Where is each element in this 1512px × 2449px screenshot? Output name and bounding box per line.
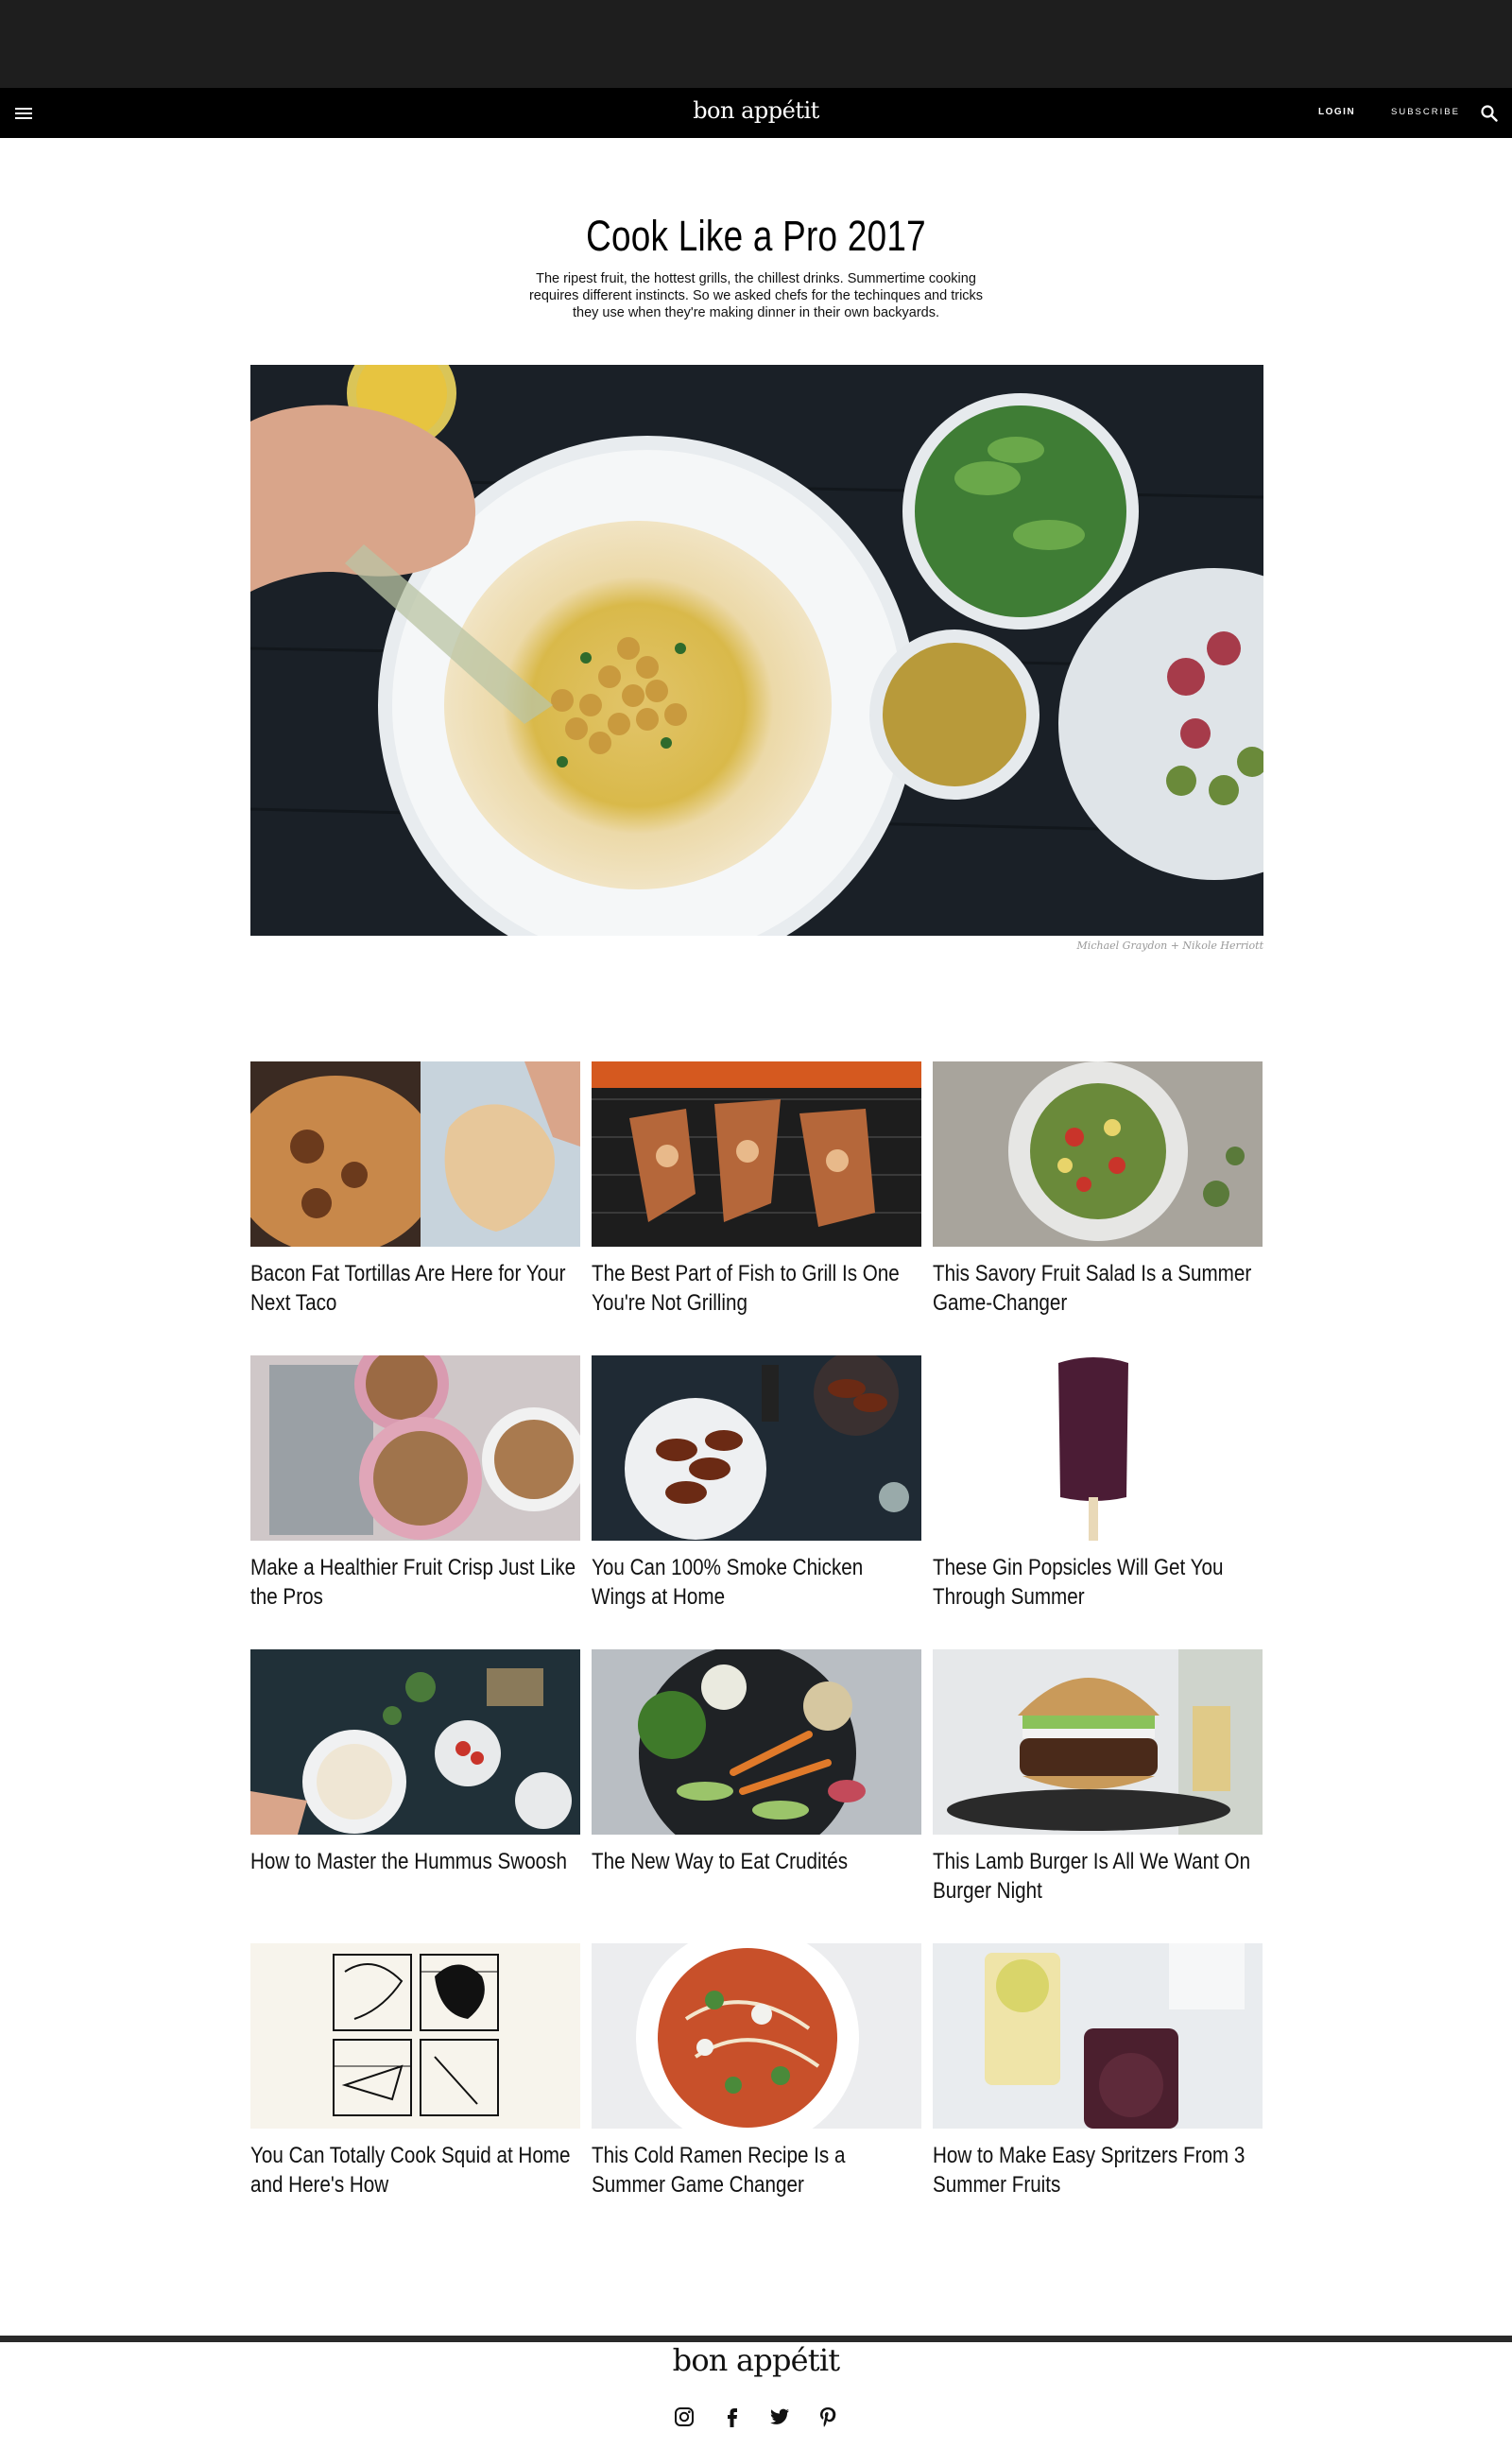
article-title[interactable]: You Can Totally Cook Squid at Home and H… — [250, 2142, 580, 2199]
article-card[interactable]: You Can Totally Cook Squid at Home and H… — [250, 1943, 580, 2217]
footer-logo[interactable]: bon appétit — [0, 2342, 1512, 2378]
article-thumbnail[interactable] — [250, 1355, 580, 1541]
article-title[interactable]: You Can 100% Smoke Chicken Wings at Home — [592, 1554, 921, 1612]
article-thumbnail[interactable] — [250, 1061, 580, 1247]
photo-credit: Michael Graydon + Nikole Herriott — [1076, 940, 1263, 952]
article-title[interactable]: The Best Part of Fish to Grill Is One Yo… — [592, 1260, 921, 1318]
hero-image[interactable] — [250, 365, 1263, 936]
article-thumbnail[interactable] — [592, 1061, 921, 1247]
article-card[interactable]: This Lamb Burger Is All We Want On Burge… — [933, 1649, 1263, 1923]
article-card[interactable]: You Can 100% Smoke Chicken Wings at Home — [592, 1355, 921, 1630]
article-thumbnail[interactable] — [250, 1943, 580, 2129]
facebook-icon[interactable] — [721, 2406, 744, 2428]
article-card[interactable]: These Gin Popsicles Will Get You Through… — [933, 1355, 1263, 1630]
article-card[interactable]: How to Make Easy Spritzers From 3 Summer… — [933, 1943, 1263, 2217]
article-title[interactable]: These Gin Popsicles Will Get You Through… — [933, 1554, 1263, 1612]
article-title[interactable]: This Cold Ramen Recipe Is a Summer Game … — [592, 2142, 921, 2199]
page-dek: The ripest fruit, the hottest grills, th… — [528, 271, 984, 320]
article-card[interactable]: Make a Healthier Fruit Crisp Just Like t… — [250, 1355, 580, 1630]
page-title: Cook Like a Pro 2017 — [586, 212, 926, 260]
article-title[interactable]: This Savory Fruit Salad Is a Summer Game… — [933, 1260, 1263, 1318]
top-ad-strip — [0, 0, 1512, 88]
login-link[interactable]: LOGIN — [1318, 107, 1355, 117]
article-title[interactable]: Bacon Fat Tortillas Are Here for Your Ne… — [250, 1260, 580, 1318]
article-card[interactable]: The New Way to Eat Crudités — [592, 1649, 921, 1923]
article-card[interactable]: This Cold Ramen Recipe Is a Summer Game … — [592, 1943, 921, 2217]
article-card[interactable]: The Best Part of Fish to Grill Is One Yo… — [592, 1061, 921, 1336]
article-card[interactable]: Bacon Fat Tortillas Are Here for Your Ne… — [250, 1061, 580, 1336]
article-title[interactable]: The New Way to Eat Crudités — [592, 1848, 921, 1877]
article-title[interactable]: How to Make Easy Spritzers From 3 Summer… — [933, 2142, 1263, 2199]
article-thumbnail[interactable] — [250, 1649, 580, 1835]
subscribe-link[interactable]: SUBSCRIBE — [1391, 107, 1460, 117]
top-navigation-bar: bon appétit LOGIN SUBSCRIBE — [0, 88, 1512, 138]
instagram-icon[interactable] — [673, 2406, 696, 2428]
article-title[interactable]: How to Master the Hummus Swoosh — [250, 1848, 580, 1877]
search-icon[interactable] — [1480, 104, 1499, 123]
twitter-icon[interactable] — [768, 2406, 791, 2428]
article-thumbnail[interactable] — [592, 1355, 921, 1541]
article-title[interactable]: This Lamb Burger Is All We Want On Burge… — [933, 1848, 1263, 1906]
article-thumbnail[interactable] — [933, 1061, 1263, 1247]
article-thumbnail[interactable] — [592, 1649, 921, 1835]
article-thumbnail[interactable] — [933, 1649, 1263, 1835]
article-thumbnail[interactable] — [933, 1943, 1263, 2129]
article-thumbnail[interactable] — [933, 1355, 1263, 1541]
article-title[interactable]: Make a Healthier Fruit Crisp Just Like t… — [250, 1554, 580, 1612]
pinterest-icon[interactable] — [816, 2406, 839, 2428]
article-card[interactable]: How to Master the Hummus Swoosh — [250, 1649, 580, 1923]
article-thumbnail[interactable] — [592, 1943, 921, 2129]
article-card[interactable]: This Savory Fruit Salad Is a Summer Game… — [933, 1061, 1263, 1336]
footer-divider — [0, 2336, 1512, 2342]
site-logo[interactable]: bon appétit — [0, 97, 1512, 124]
